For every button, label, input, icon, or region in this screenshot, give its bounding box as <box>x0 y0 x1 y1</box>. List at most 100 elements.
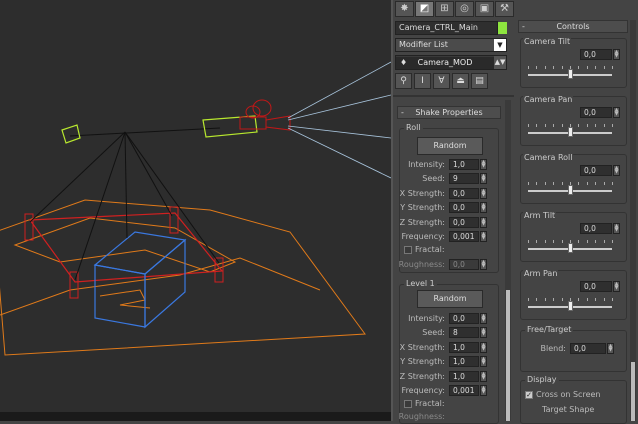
spinner-arrows[interactable]: ▲ ▼ <box>480 370 487 382</box>
modifier-stack[interactable]: ♦ Camera_MOD ▲▼ <box>395 55 507 70</box>
slider-tick <box>553 66 555 69</box>
spinner-arrows[interactable]: ▲ ▼ <box>613 107 620 118</box>
level1-random-button[interactable]: Random <box>417 290 483 308</box>
controls-scrollbar[interactable] <box>630 20 636 421</box>
slider-knob[interactable] <box>568 243 573 253</box>
spinner-arrows[interactable]: ▲ ▼ <box>480 327 487 339</box>
field-spinner[interactable]: 0,0 <box>449 313 479 324</box>
blend-spinner[interactable]: 0,0 <box>570 343 606 354</box>
spinner-arrows[interactable]: ▲ ▼ <box>480 159 487 170</box>
field-spinner[interactable]: 1,0 <box>449 370 479 382</box>
hierarchy-tab[interactable]: ⊞ <box>435 1 454 17</box>
scrollbar-thumb[interactable] <box>506 290 510 421</box>
motion-icon: ◎ <box>460 3 469 14</box>
slider-tick <box>536 240 538 243</box>
slider-knob[interactable] <box>568 69 573 79</box>
collapse-toggle: - <box>522 22 525 31</box>
command-panel: ✸ ◩ ⊞ ◎ ▣ ⚒ Camera_CTRL_Main Modifier Li… <box>393 0 514 424</box>
spinner-arrows[interactable]: ▲ ▼ <box>480 173 487 185</box>
spinner-arrows[interactable]: ▲ ▼ <box>480 385 487 396</box>
field-spinner[interactable]: 0,001 <box>449 231 479 242</box>
utilities-tab[interactable]: ⚒ <box>495 1 514 17</box>
slider-value-spinner[interactable]: 0,0 <box>580 107 612 118</box>
spinner-arrows[interactable]: ▲ ▼ <box>607 343 614 354</box>
roughness-spinner[interactable]: 0,0 <box>449 259 479 270</box>
lightbulb-icon[interactable]: ♦ <box>400 57 407 69</box>
slider-tick <box>536 298 538 301</box>
spinner-arrows[interactable]: ▲ ▼ <box>480 231 487 242</box>
show-end-result-button[interactable]: Ⅰ <box>414 73 431 89</box>
slider-tick <box>603 124 605 127</box>
slider-label: Camera Tilt <box>523 37 572 46</box>
slider-knob[interactable] <box>568 127 573 137</box>
modify-tab[interactable]: ◩ <box>415 1 434 17</box>
configure-sets-button[interactable]: ▤ <box>471 73 488 89</box>
slider-tick <box>544 240 546 243</box>
display-group: Display <box>520 375 627 424</box>
motion-tab[interactable]: ◎ <box>455 1 474 17</box>
blend-label: Blend: <box>540 344 566 353</box>
field-label: Seed: <box>422 328 445 338</box>
slider-tick <box>603 298 605 301</box>
slider-value-spinner[interactable]: 0,0 <box>580 49 612 60</box>
spinner-arrows[interactable]: ▲ ▼ <box>480 216 487 228</box>
controls-rollout[interactable]: - Controls <box>518 20 628 33</box>
viewport[interactable] <box>0 0 391 421</box>
create-tab[interactable]: ✸ <box>395 1 414 17</box>
object-color-swatch[interactable] <box>498 22 507 34</box>
modifier-list-dropdown[interactable]: Modifier List ▼ <box>395 38 507 52</box>
spinner-arrows[interactable]: ▲ ▼ <box>613 165 620 176</box>
cross-on-screen-checkbox[interactable]: ✓ <box>525 391 533 399</box>
field-spinner[interactable]: 1,0 <box>449 341 479 353</box>
spinner-arrows[interactable]: ▲ ▼ <box>613 281 620 292</box>
field-spinner[interactable]: 1,0 <box>449 159 479 170</box>
field-spinner[interactable]: 8 <box>449 327 479 339</box>
spinner-arrows[interactable]: ▲ ▼ <box>480 356 487 368</box>
field-spinner[interactable]: 1,0 <box>449 356 479 368</box>
slider-tick <box>586 240 588 243</box>
level1-fractal-checkbox[interactable] <box>404 400 412 408</box>
spinner-arrows[interactable]: ▲ ▼ <box>480 259 487 270</box>
shake-properties-rollout[interactable]: - Shake Properties <box>397 106 501 119</box>
field-spinner[interactable]: 0,001 <box>449 385 479 396</box>
object-name-field[interactable]: Camera_CTRL_Main <box>395 21 498 35</box>
display-tab[interactable]: ▣ <box>475 1 494 17</box>
slider-knob[interactable] <box>568 301 573 311</box>
slider-tick <box>536 66 538 69</box>
slider-value-spinner[interactable]: 0,0 <box>580 165 612 176</box>
spinner-arrows[interactable]: ▲ ▼ <box>480 202 487 214</box>
field-spinner[interactable]: 0,0 <box>449 216 479 228</box>
field-spinner[interactable]: 0,0 <box>449 187 479 199</box>
stack-toolbar: ⚲ Ⅰ ∀ ⏏ ▤ <box>395 73 490 89</box>
modifier-list-label: Modifier List <box>399 40 448 49</box>
viewport-bottom-bar <box>0 412 391 421</box>
scrollbar-thumb[interactable] <box>631 362 635 421</box>
spinner-arrows[interactable]: ▲ ▼ <box>480 341 487 353</box>
spinner-arrows[interactable]: ▲ ▼ <box>613 223 620 234</box>
make-unique-button[interactable]: ∀ <box>433 73 450 89</box>
spinner-arrows[interactable]: ▲ ▼ <box>613 49 620 60</box>
slider-value-spinner[interactable]: 0,0 <box>580 223 612 234</box>
slider-tick <box>603 182 605 185</box>
shake-scrollbar[interactable] <box>505 100 511 421</box>
slider-knob[interactable] <box>568 185 573 195</box>
show-end-icon: Ⅰ <box>421 76 424 86</box>
spinner-arrows[interactable]: ▲ ▼ <box>480 313 487 324</box>
roll-random-button[interactable]: Random <box>417 137 483 155</box>
roll-fractal-checkbox[interactable] <box>404 246 412 254</box>
remove-modifier-button[interactable]: ⏏ <box>452 73 469 89</box>
slider-value-spinner[interactable]: 0,0 <box>580 281 612 292</box>
pin-stack-button[interactable]: ⚲ <box>395 73 412 89</box>
spinner-arrows[interactable]: ▲ ▼ <box>480 187 487 199</box>
field-label: Intensity: <box>408 160 445 169</box>
stack-scroll-arrows[interactable]: ▲▼ <box>494 56 506 69</box>
slider-tick <box>544 182 546 185</box>
slider-tick <box>612 240 613 243</box>
hierarchy-icon: ⊞ <box>440 3 449 14</box>
field-spinner[interactable]: 0,0 <box>449 202 479 214</box>
slider-tick <box>528 66 529 69</box>
rig-lines <box>29 127 221 281</box>
field-spinner[interactable]: 9 <box>449 173 479 185</box>
stack-item-camera-mod[interactable]: ♦ Camera_MOD <box>396 57 494 69</box>
green-box-small <box>61 124 81 144</box>
